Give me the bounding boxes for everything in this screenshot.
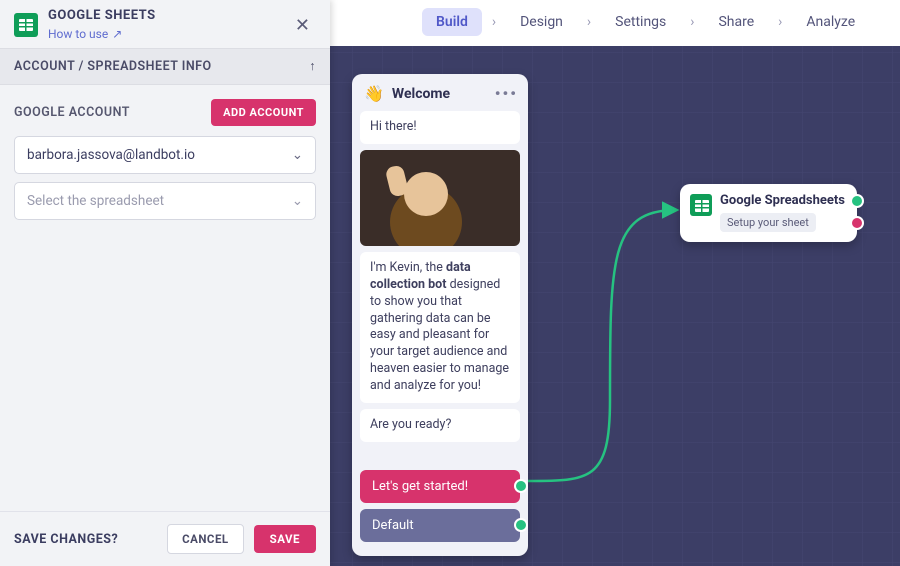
section-title: ACCOUNT / SPREADSHEET INFO [14,59,212,74]
output-port-icon[interactable] [514,518,528,532]
save-button[interactable]: SAVE [254,525,316,553]
save-changes-label: SAVE CHANGES? [14,532,118,547]
panel-footer: SAVE CHANGES? CANCEL SAVE [0,511,330,566]
welcome-card[interactable]: 👋 Welcome ••• Hi there! I'm Kevin, the d… [352,74,528,556]
panel-title: GOOGLE SHEETS [48,8,289,23]
how-to-use-link[interactable]: How to use ↗ [48,27,122,41]
option-lets-get-started[interactable]: Let's get started! [360,470,520,503]
google-sheets-icon [690,194,712,216]
wave-icon: 👋 [364,84,384,103]
message-ready: Are you ready? [360,409,520,442]
close-icon[interactable]: ✕ [289,11,316,40]
section-header[interactable]: ACCOUNT / SPREADSHEET INFO ↑ [0,48,330,85]
cancel-button[interactable]: CANCEL [167,524,244,554]
chevron-down-icon: ⌄ [292,193,303,209]
add-account-button[interactable]: ADD ACCOUNT [211,99,316,126]
google-spreadsheets-node[interactable]: Google Spreadsheets Setup your sheet [680,184,857,242]
google-sheets-icon [14,13,38,37]
message-hi: Hi there! [360,111,520,144]
top-nav: Build› Design› Settings› Share› Analyze [330,8,900,36]
spreadsheet-select[interactable]: Select the spreadsheet ⌄ [14,182,316,220]
flow-canvas[interactable]: Build› Design› Settings› Share› Analyze … [330,0,900,566]
message-gif [360,150,520,246]
tab-design[interactable]: Design [506,8,577,36]
external-link-icon: ↗ [112,27,122,41]
tab-build[interactable]: Build [422,8,482,36]
collapse-arrow-icon[interactable]: ↑ [309,59,316,74]
chevron-down-icon: ⌄ [292,147,303,163]
option-default[interactable]: Default [360,509,520,542]
tab-analyze[interactable]: Analyze [792,8,869,36]
tab-share[interactable]: Share [704,8,768,36]
config-panel: GOOGLE SHEETS How to use ↗ ✕ ACCOUNT / S… [0,0,330,566]
output-port-error-icon[interactable] [850,216,864,230]
option-label: Let's get started! [372,479,468,494]
account-select[interactable]: barbora.jassova@landbot.io ⌄ [14,136,316,174]
output-port-success-icon[interactable] [850,194,864,208]
google-account-label: GOOGLE ACCOUNT [14,105,130,120]
message-intro: I'm Kevin, the data collection bot desig… [360,252,520,403]
card-menu-icon[interactable]: ••• [495,84,518,103]
account-select-value: barbora.jassova@landbot.io [27,147,195,163]
tab-settings[interactable]: Settings [601,8,680,36]
option-label: Default [372,518,414,533]
panel-header: GOOGLE SHEETS How to use ↗ ✕ [0,0,330,48]
node-subtitle: Setup your sheet [720,213,816,232]
how-to-use-label: How to use [48,27,108,41]
welcome-title: Welcome [392,86,487,102]
spreadsheet-select-placeholder: Select the spreadsheet [27,193,164,209]
node-title: Google Spreadsheets [720,194,845,209]
output-port-icon[interactable] [514,479,528,493]
